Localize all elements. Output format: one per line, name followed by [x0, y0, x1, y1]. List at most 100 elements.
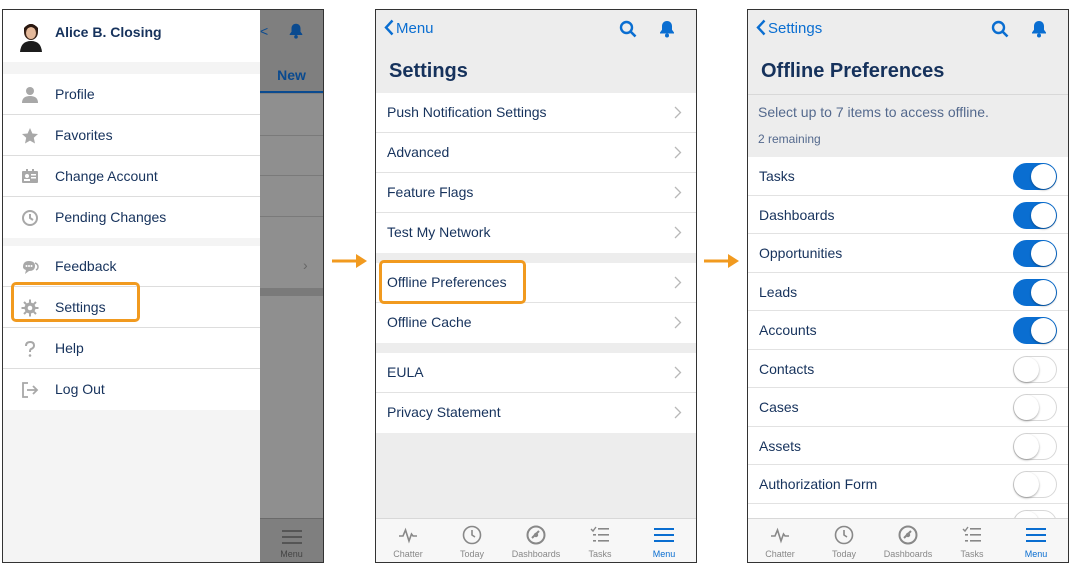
- chevron-right-icon: [674, 106, 682, 119]
- chat-icon: [23, 261, 39, 274]
- gauge-icon: [526, 525, 546, 545]
- bell-icon[interactable]: [657, 19, 677, 39]
- divider: [260, 175, 323, 176]
- offline-toggle[interactable]: [1013, 317, 1057, 344]
- gauge-icon: [898, 525, 918, 545]
- divider: [260, 216, 323, 217]
- user-name: Alice B. Closing: [55, 24, 162, 40]
- toggle-knob: [1031, 164, 1056, 189]
- menu-item-label: Favorites: [55, 127, 113, 143]
- menu-item-log-out[interactable]: Log Out: [3, 369, 260, 410]
- tab-label: Menu: [1024, 549, 1048, 559]
- settings-row-eula[interactable]: EULA: [376, 353, 696, 393]
- settings-row-feature-flags[interactable]: Feature Flags: [376, 173, 696, 213]
- settings-row-test-network[interactable]: Test My Network: [376, 213, 696, 253]
- instruction-text: Select up to 7 items to access offline.: [758, 104, 989, 120]
- offline-toggle[interactable]: [1013, 355, 1057, 383]
- menu-item-label: Change Account: [55, 168, 158, 184]
- chevron-right-icon: [674, 226, 682, 239]
- tab-label: Tasks: [588, 549, 612, 559]
- offline-toggle[interactable]: [1013, 471, 1057, 498]
- menu-item-change-account[interactable]: Change Account: [3, 156, 260, 197]
- avatar: [20, 24, 42, 52]
- contact-card-icon: [22, 169, 38, 183]
- offline-preferences-highlight: [379, 260, 526, 304]
- tab-menu[interactable]: Menu: [1004, 519, 1068, 562]
- chevron-right-icon: [674, 366, 682, 379]
- offline-item-label: Leads: [759, 283, 798, 300]
- tab-dashboards[interactable]: Dashboards: [504, 519, 568, 562]
- tab-chatter[interactable]: Chatter: [748, 519, 812, 562]
- offline-item-row: Dashboards: [748, 196, 1068, 234]
- toggle-knob: [1014, 356, 1039, 382]
- settings-row-advanced[interactable]: Advanced: [376, 133, 696, 173]
- offline-toggle[interactable]: [1013, 240, 1057, 267]
- row-label: Advanced: [387, 144, 450, 160]
- menu-item-feedback[interactable]: Feedback: [3, 246, 260, 287]
- offline-item-label: Cases: [759, 399, 799, 415]
- row-label: Feature Flags: [387, 184, 474, 200]
- question-icon: [25, 340, 36, 357]
- tab-menu[interactable]: Menu: [632, 519, 696, 562]
- tab-bar: Chatter Today Dashboards Tasks Menu: [748, 518, 1068, 562]
- tab-tasks[interactable]: Tasks: [568, 519, 632, 562]
- tab-bar: Chatter Today Dashboards Tasks Menu: [376, 518, 696, 562]
- row-label: EULA: [387, 364, 424, 380]
- tab-today[interactable]: Today: [812, 519, 876, 562]
- toggle-knob: [1014, 433, 1039, 459]
- offline-item-row: Opportunities: [748, 234, 1068, 273]
- offline-item-row: Authorization Form: [748, 465, 1068, 504]
- toggle-knob: [1014, 395, 1039, 420]
- menu-group-primary: Profile Favorites Change Account Pending…: [3, 74, 260, 238]
- tab-tasks[interactable]: Tasks: [940, 519, 1004, 562]
- tab-label: Today: [459, 549, 485, 559]
- nav-header: Menu Settings: [376, 10, 696, 94]
- toggle-knob: [1031, 202, 1056, 228]
- settings-row-offline-cache[interactable]: Offline Cache: [376, 303, 696, 343]
- toggle-knob: [1031, 241, 1056, 266]
- settings-highlight: [11, 282, 140, 322]
- tab-chatter[interactable]: Chatter: [376, 519, 440, 562]
- offline-toggle[interactable]: [1013, 432, 1057, 460]
- row-label: Test My Network: [387, 224, 491, 240]
- offline-item-label: Contacts: [759, 360, 815, 377]
- remaining-count: 2 remaining: [758, 132, 821, 146]
- menu-item-label: Help: [55, 340, 84, 356]
- offline-toggle[interactable]: [1013, 163, 1057, 190]
- menu-item-profile[interactable]: Profile: [3, 74, 260, 115]
- clock-icon: [462, 525, 482, 545]
- menu-item-pending-changes[interactable]: Pending Changes: [3, 197, 260, 238]
- settings-row-privacy[interactable]: Privacy Statement: [376, 393, 696, 433]
- clock-icon: [834, 525, 854, 545]
- offline-toggle[interactable]: [1013, 201, 1057, 229]
- offline-toggle[interactable]: [1013, 394, 1057, 421]
- tab-label: Chatter: [765, 549, 795, 559]
- search-icon[interactable]: [619, 20, 637, 38]
- menu-item-label: Profile: [55, 86, 95, 102]
- row-label: Push Notification Settings: [387, 104, 547, 120]
- star-icon: [22, 128, 38, 144]
- user-header[interactable]: Alice B. Closing: [3, 10, 260, 62]
- divider: [260, 135, 323, 136]
- settings-group-1: Push Notification Settings Advanced Feat…: [376, 93, 696, 253]
- search-icon[interactable]: [991, 20, 1009, 38]
- offline-object-list: Tasks Dashboards Opportunities Leads Account…: [748, 157, 1068, 542]
- tab-today[interactable]: Today: [440, 519, 504, 562]
- tab-label: Dashboards: [883, 549, 933, 559]
- menu-item-favorites[interactable]: Favorites: [3, 115, 260, 156]
- tab-dashboards[interactable]: Dashboards: [876, 519, 940, 562]
- toggle-knob: [1031, 318, 1056, 343]
- back-button[interactable]: Settings: [756, 19, 822, 37]
- settings-row-push-notifications[interactable]: Push Notification Settings: [376, 93, 696, 133]
- tab-label: Chatter: [393, 549, 423, 559]
- hamburger-icon: [1026, 528, 1046, 542]
- settings-group-3: EULA Privacy Statement: [376, 353, 696, 433]
- back-button[interactable]: Menu: [384, 19, 434, 37]
- menu-item-help[interactable]: Help: [3, 328, 260, 369]
- tab-label: Menu: [652, 549, 676, 559]
- chevron-right-icon: ›: [303, 257, 308, 273]
- chevron-right-icon: [674, 186, 682, 199]
- bell-icon[interactable]: [1029, 19, 1049, 39]
- offline-toggle[interactable]: [1013, 278, 1057, 306]
- new-tab: New: [260, 63, 323, 93]
